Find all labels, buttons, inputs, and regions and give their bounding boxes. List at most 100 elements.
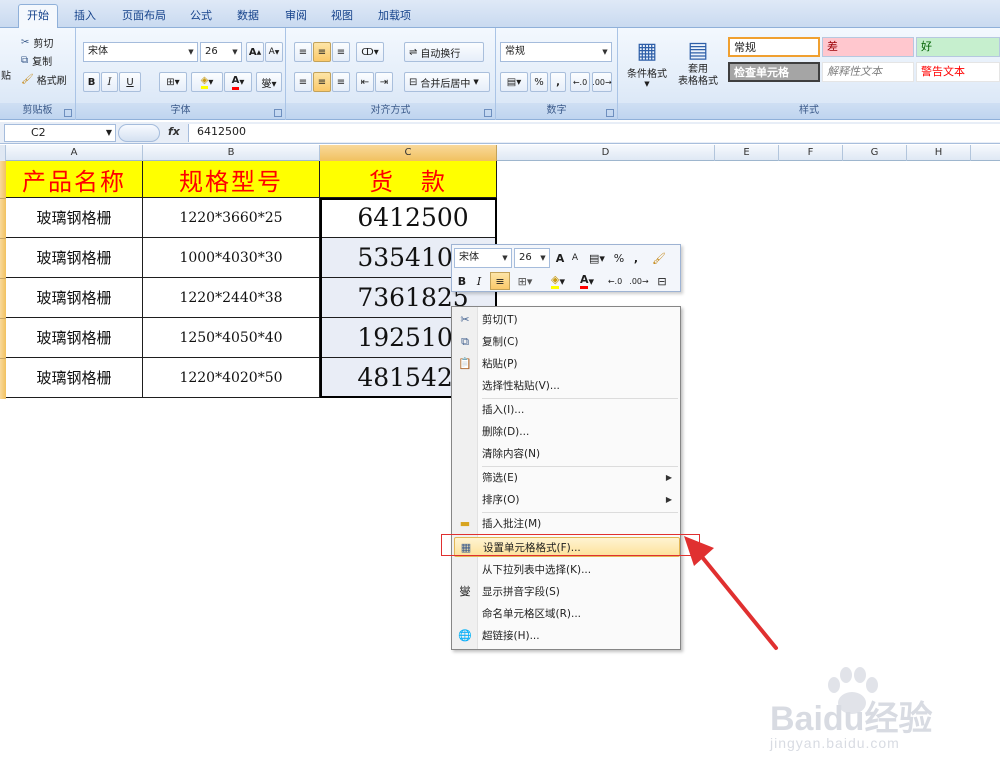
mini-center-button[interactable]: ≡ bbox=[490, 272, 510, 290]
font-size-combo[interactable]: 26 ▼ bbox=[200, 42, 242, 62]
shrink-font-button[interactable]: A ▼ bbox=[265, 42, 283, 62]
menu-item-pick-from-list[interactable]: 从下拉列表中选择(K)... bbox=[454, 560, 680, 580]
align-center-button[interactable]: ≡ bbox=[313, 72, 331, 92]
table-cell-name[interactable]: 玻璃钢格栅 bbox=[6, 318, 143, 358]
decrease-decimal-button[interactable]: .00→ bbox=[592, 72, 612, 92]
accounting-format-button[interactable]: ▤▾ bbox=[500, 72, 528, 92]
comma-button[interactable]: , bbox=[550, 72, 566, 92]
mini-font-combo[interactable]: 宋体 ▼ bbox=[454, 248, 512, 268]
menu-item-insert[interactable]: 插入(I)... bbox=[454, 400, 680, 420]
mini-number-format-button[interactable]: ▤▾ bbox=[584, 249, 610, 267]
menu-item-insert-comment[interactable]: ▬ 插入批注(M) bbox=[454, 514, 680, 534]
italic-button[interactable]: I bbox=[101, 72, 118, 92]
mini-percent-button[interactable]: % bbox=[612, 249, 626, 267]
dialog-launcher-icon[interactable] bbox=[274, 109, 282, 117]
formula-expand-control[interactable] bbox=[118, 124, 160, 142]
conditional-format-button[interactable]: ▦ 条件格式 ▼ bbox=[622, 32, 672, 94]
table-cell-spec[interactable]: 1250*4050*40 bbox=[143, 318, 320, 358]
grow-font-button[interactable]: A ▲ bbox=[246, 42, 264, 62]
align-bottom-button[interactable]: ≡ bbox=[332, 42, 350, 62]
table-cell-spec[interactable]: 1220*2440*38 bbox=[143, 278, 320, 318]
mini-merge-button[interactable]: ⊟ bbox=[652, 272, 672, 290]
column-header-e[interactable]: E bbox=[715, 145, 779, 161]
column-header-f[interactable]: F bbox=[779, 145, 843, 161]
style-warning[interactable]: 警告文本 bbox=[916, 62, 1000, 82]
table-cell-name[interactable]: 玻璃钢格栅 bbox=[6, 278, 143, 318]
font-color-button[interactable]: A ▾ bbox=[224, 72, 252, 92]
number-format-combo[interactable]: 常规 ▼ bbox=[500, 42, 612, 62]
dialog-launcher-icon[interactable] bbox=[64, 109, 72, 117]
bold-button[interactable]: B bbox=[83, 72, 100, 92]
align-top-button[interactable]: ≡ bbox=[294, 42, 312, 62]
column-header-b[interactable]: B bbox=[143, 145, 320, 161]
tab-data[interactable]: 数据 bbox=[229, 6, 267, 28]
menu-item-filter[interactable]: 筛选(E) ▶ bbox=[454, 468, 680, 488]
style-check-cell[interactable]: 检查单元格 bbox=[728, 62, 820, 82]
menu-item-paste-special[interactable]: 选择性粘贴(V)... bbox=[454, 376, 680, 396]
format-painter-button[interactable]: 🖌 格式刷 bbox=[20, 69, 76, 89]
wrap-text-button[interactable]: ⇌ 自动换行 bbox=[404, 42, 484, 62]
style-good[interactable]: 好 bbox=[916, 37, 1000, 57]
tab-formulas[interactable]: 公式 bbox=[182, 6, 220, 28]
increase-indent-button[interactable]: ⇥ bbox=[375, 72, 393, 92]
table-cell-name[interactable]: 玻璃钢格栅 bbox=[6, 238, 143, 278]
menu-item-hyperlink[interactable]: 🌐 超链接(H)... bbox=[454, 626, 680, 646]
insert-function-button[interactable]: fx bbox=[168, 125, 180, 138]
underline-button[interactable]: U bbox=[119, 72, 141, 92]
tab-home[interactable]: 开始 bbox=[18, 4, 58, 29]
format-as-table-button[interactable]: ▤ 套用 表格格式 bbox=[672, 32, 724, 94]
mini-grow-font-button[interactable]: A bbox=[553, 249, 567, 267]
column-header-g[interactable]: G bbox=[843, 145, 907, 161]
copy-button[interactable]: ⧉ 复制 bbox=[20, 50, 72, 70]
mini-shrink-font-button[interactable]: A bbox=[568, 249, 582, 267]
percent-button[interactable]: % bbox=[530, 72, 548, 92]
mini-font-color-button[interactable]: A ▾ bbox=[574, 272, 600, 290]
menu-item-paste[interactable]: 📋 粘贴(P) bbox=[454, 354, 680, 374]
table-cell-spec[interactable]: 1220*4020*50 bbox=[143, 358, 320, 398]
orientation-button[interactable]: ↀ▾ bbox=[356, 42, 384, 62]
style-bad[interactable]: 差 bbox=[822, 37, 914, 57]
menu-item-cut[interactable]: ✂ 剪切(T) bbox=[454, 310, 680, 330]
mini-fill-color-button[interactable]: ◈ ▾ bbox=[544, 272, 572, 290]
mini-borders-button[interactable]: ⊞▾ bbox=[514, 272, 536, 290]
style-normal[interactable]: 常规 bbox=[728, 37, 820, 57]
table-cell-spec[interactable]: 1220*3660*25 bbox=[143, 198, 320, 238]
name-box[interactable]: C2 ▼ bbox=[4, 124, 116, 142]
align-middle-button[interactable]: ≡ bbox=[313, 42, 331, 62]
borders-button[interactable]: ⊞▾ bbox=[159, 72, 187, 92]
menu-item-phonetic[interactable]: 燮显示拼音字段(S) bbox=[454, 582, 680, 602]
dialog-launcher-icon[interactable] bbox=[484, 109, 492, 117]
table-cell-amount-active[interactable]: 6412500 bbox=[320, 198, 497, 238]
header-cell-spec[interactable]: 规格型号 bbox=[143, 161, 320, 198]
increase-decimal-button[interactable]: ←.0 bbox=[570, 72, 590, 92]
mini-size-combo[interactable]: 26 ▼ bbox=[514, 248, 550, 268]
mini-increase-decimal-button[interactable]: ←.0 bbox=[604, 272, 626, 290]
tab-view[interactable]: 视图 bbox=[323, 6, 361, 28]
phonetic-button[interactable]: 燮▾ bbox=[256, 72, 282, 92]
menu-item-copy[interactable]: ⧉ 复制(C) bbox=[454, 332, 680, 352]
cut-button[interactable]: ✂ 剪切 bbox=[20, 32, 72, 52]
menu-item-name-range[interactable]: 命名单元格区域(R)... bbox=[454, 604, 680, 624]
column-header-h[interactable]: H bbox=[907, 145, 971, 161]
table-cell-name[interactable]: 玻璃钢格栅 bbox=[6, 198, 143, 238]
mini-format-painter-button[interactable]: 🖌 bbox=[648, 249, 670, 267]
header-cell-amount[interactable]: 货 款 bbox=[320, 161, 497, 198]
column-header-a[interactable]: A bbox=[6, 145, 143, 161]
tab-add-ins[interactable]: 加载项 bbox=[370, 6, 419, 28]
dialog-launcher-icon[interactable] bbox=[606, 109, 614, 117]
mini-decrease-decimal-button[interactable]: .00→ bbox=[628, 272, 650, 290]
decrease-indent-button[interactable]: ⇤ bbox=[356, 72, 374, 92]
tab-page-layout[interactable]: 页面布局 bbox=[114, 6, 174, 28]
mini-italic-button[interactable]: I bbox=[472, 272, 486, 290]
fill-color-button[interactable]: ◈ ▾ bbox=[191, 72, 223, 92]
align-right-button[interactable]: ≡ bbox=[332, 72, 350, 92]
column-header-d[interactable]: D bbox=[497, 145, 715, 161]
table-cell-spec[interactable]: 1000*4030*30 bbox=[143, 238, 320, 278]
menu-item-delete[interactable]: 删除(D)... bbox=[454, 422, 680, 442]
tab-insert[interactable]: 插入 bbox=[66, 6, 104, 28]
style-explanatory[interactable]: 解释性文本 bbox=[822, 62, 914, 82]
merge-center-button[interactable]: ⊟ 合并后居中 ▼ bbox=[404, 72, 490, 92]
menu-item-sort[interactable]: 排序(O) ▶ bbox=[454, 490, 680, 510]
tab-review[interactable]: 审阅 bbox=[277, 6, 315, 28]
header-cell-product[interactable]: 产品名称 bbox=[6, 161, 143, 198]
